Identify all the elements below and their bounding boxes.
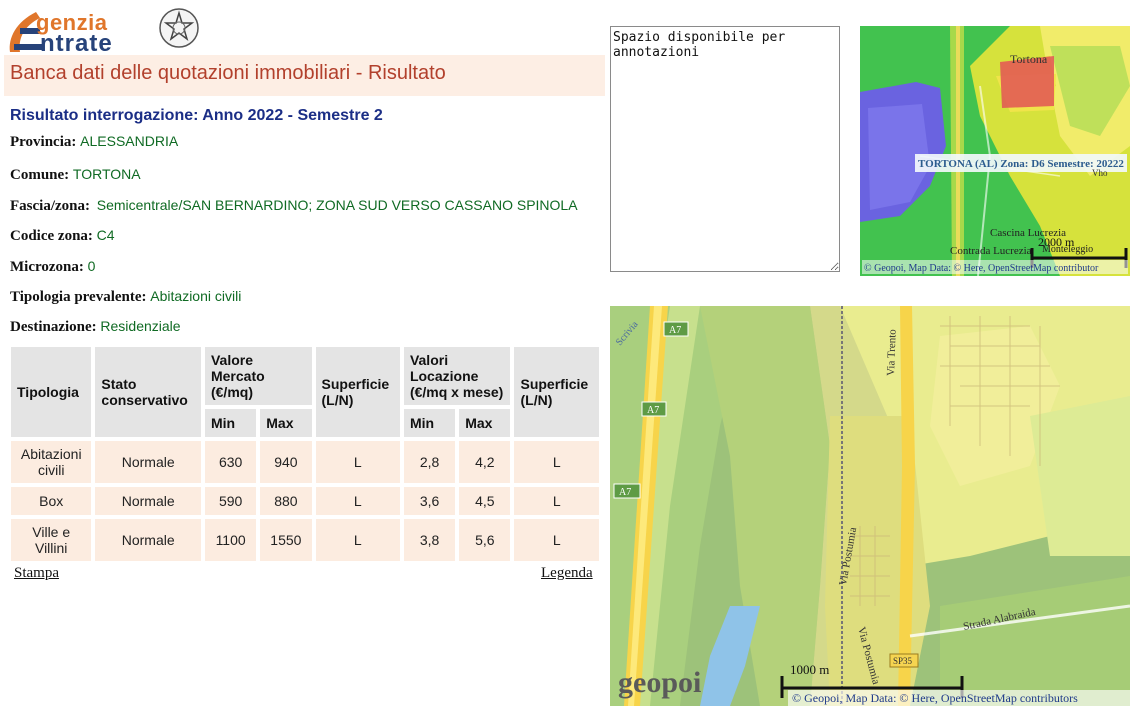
field-tipologia: Tipologia prevalente: Abitazioni civili xyxy=(10,288,241,306)
map-road-a7-2: A7 xyxy=(647,405,659,416)
field-destinazione: Destinazione: Residenziale xyxy=(10,318,181,336)
cell-vm-min: 590 xyxy=(204,487,257,515)
logo-text-entrate: ntrate xyxy=(40,30,113,57)
quotations-table: Tipologia Stato conservativo Valore Merc… xyxy=(7,343,603,565)
cell-loc-max: 4,5 xyxy=(459,487,511,515)
cell-superficie: L xyxy=(315,519,400,561)
table-row: Abitazioni civili Normale 630 940 L 2,8 … xyxy=(11,441,599,483)
header-valore-mercato: Valore Mercato (€/mq) xyxy=(204,347,312,405)
zone-overview-map[interactable]: TORTONA (AL) Zona: D6 Semestre: 20222 To… xyxy=(860,26,1130,276)
field-value: Abitazioni civili xyxy=(150,288,242,304)
cell-stato: Normale xyxy=(95,487,201,515)
field-label: Microzona: xyxy=(10,259,84,275)
zone-detail-map-canvas: A7 A7 A7 SP35 Scrivia Via Trento Via Pos… xyxy=(610,306,1130,706)
cell-vm-min: 630 xyxy=(204,441,257,483)
map-small-place-vho: Vho xyxy=(1092,168,1108,178)
header-superficie-locazione: Superficie (L/N) xyxy=(514,347,599,437)
map-road-sp35: SP35 xyxy=(893,656,913,666)
map-road-a7-3: A7 xyxy=(619,487,631,498)
cell-vm-max: 1550 xyxy=(260,519,312,561)
cell-tipologia: Box xyxy=(11,487,92,515)
cell-vm-max: 880 xyxy=(260,487,312,515)
cell-tipologia: Ville e Villini xyxy=(11,519,92,561)
legenda-link[interactable]: Legenda xyxy=(541,565,593,582)
field-codice-zona: Codice zona: C4 xyxy=(10,227,115,245)
table-row: Ville e Villini Normale 1100 1550 L 3,8 … xyxy=(11,519,599,561)
cell-stato: Normale xyxy=(95,519,201,561)
field-microzona: Microzona: 0 xyxy=(10,258,95,276)
header-vm-min: Min xyxy=(204,409,257,437)
cell-loc-max: 5,6 xyxy=(459,519,511,561)
map-small-place-contrada: Contrada Lucrezia xyxy=(950,245,1032,257)
field-value: TORTONA xyxy=(72,166,141,182)
field-value: ALESSANDRIA xyxy=(80,133,179,149)
map-small-attribution: © Geopoi, Map Data: © Here, OpenStreetMa… xyxy=(864,263,1099,274)
map-small-city-label: Tortona xyxy=(1010,52,1048,66)
cell-vm-min: 1100 xyxy=(204,519,257,561)
map-road-a7-1: A7 xyxy=(669,325,681,336)
header-vm-max: Max xyxy=(260,409,312,437)
stampa-link[interactable]: Stampa xyxy=(14,565,59,582)
cell-tipologia: Abitazioni civili xyxy=(11,441,92,483)
map-big-scale-label: 1000 m xyxy=(790,662,829,677)
map-big-attribution: © Geopoi, Map Data: © Here, OpenStreetMa… xyxy=(792,691,1078,705)
table-header-row: Tipologia Stato conservativo Valore Merc… xyxy=(11,347,599,437)
field-label: Destinazione: xyxy=(10,319,97,335)
header-valori-locazione: Valori Locazione (€/mq x mese) xyxy=(403,347,511,405)
notes-textarea[interactable] xyxy=(610,26,840,272)
field-value: Semicentrale/SAN BERNARDINO; ZONA SUD VE… xyxy=(96,197,578,213)
header-superficie: Superficie (L/N) xyxy=(315,347,400,437)
cell-superficie-loc: L xyxy=(514,441,599,483)
page-title: Banca dati delle quotazioni immobiliari … xyxy=(4,55,605,96)
header-loc-min: Min xyxy=(403,409,456,437)
geopoi-brand-logo: geopoi xyxy=(618,666,701,699)
field-label: Tipologia prevalente: xyxy=(10,289,147,305)
field-value: C4 xyxy=(96,227,115,243)
field-value: 0 xyxy=(87,258,96,274)
field-comune: Comune: TORTONA xyxy=(10,166,141,184)
zone-detail-map[interactable]: A7 A7 A7 SP35 Scrivia Via Trento Via Pos… xyxy=(610,306,1130,706)
cell-loc-min: 3,8 xyxy=(403,519,456,561)
header-loc-max: Max xyxy=(459,409,511,437)
cell-loc-max: 4,2 xyxy=(459,441,511,483)
cell-loc-min: 3,6 xyxy=(403,487,456,515)
field-fascia: Fascia/zona: Semicentrale/SAN BERNARDINO… xyxy=(10,197,578,215)
cell-loc-min: 2,8 xyxy=(403,441,456,483)
field-label: Codice zona: xyxy=(10,228,93,244)
map-street-via-trento: Via Trento xyxy=(885,329,899,377)
zone-overview-map-canvas: TORTONA (AL) Zona: D6 Semestre: 20222 To… xyxy=(860,26,1130,276)
map-small-scale-label: 2000 m xyxy=(1038,235,1075,249)
field-provincia: Provincia: ALESSANDRIA xyxy=(10,133,178,151)
field-value: Residenziale xyxy=(100,318,181,334)
agenzia-entrate-logo: genzia ntrate xyxy=(6,4,199,57)
field-label: Fascia/zona: xyxy=(10,198,90,214)
header-tipologia: Tipologia xyxy=(11,347,92,437)
cell-stato: Normale xyxy=(95,441,201,483)
republic-emblem-icon xyxy=(159,8,199,48)
field-label: Comune: xyxy=(10,167,70,183)
cell-superficie-loc: L xyxy=(514,487,599,515)
table-row: Box Normale 590 880 L 3,6 4,5 L xyxy=(11,487,599,515)
cell-superficie: L xyxy=(315,441,400,483)
cell-vm-max: 940 xyxy=(260,441,312,483)
header-stato-conservativo: Stato conservativo xyxy=(95,347,201,437)
cell-superficie: L xyxy=(315,487,400,515)
result-title: Risultato interrogazione: Anno 2022 - Se… xyxy=(10,107,383,124)
field-label: Provincia: xyxy=(10,134,77,150)
cell-superficie-loc: L xyxy=(514,519,599,561)
